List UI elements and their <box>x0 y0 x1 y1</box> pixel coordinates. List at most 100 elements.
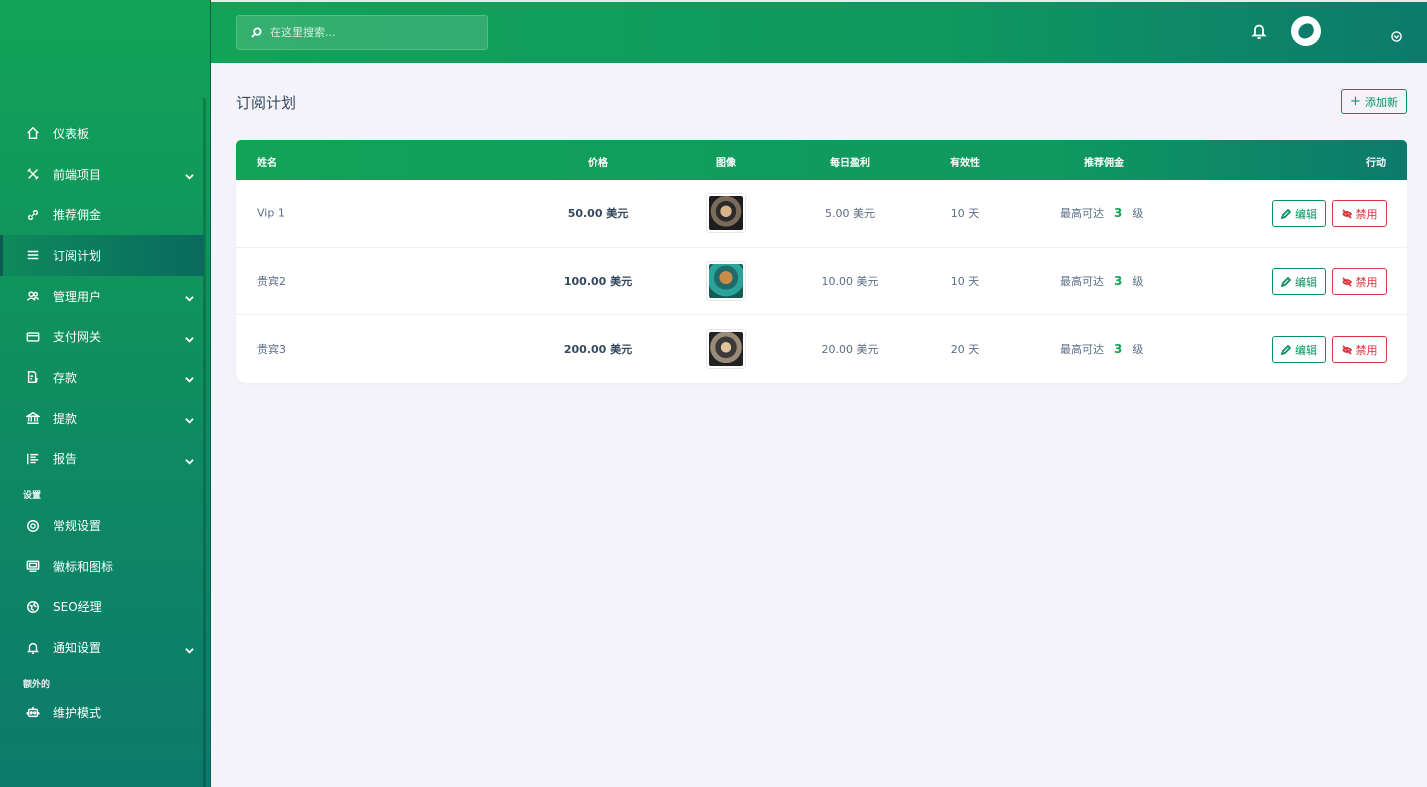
plan-price: 50.00 美元 <box>567 207 629 221</box>
sidebar-item-label: 存款 <box>53 370 78 385</box>
chevron-down-icon <box>185 333 194 347</box>
column-header-name: 姓名 <box>257 158 277 169</box>
column-header-referral: 推荐佣金 <box>1084 158 1124 169</box>
sidebar-item-label: 徽标和图标 <box>53 559 114 574</box>
sidebar-item-label: 管理用户 <box>53 289 102 304</box>
plan-daily-profit: 5.00 美元 <box>825 207 875 221</box>
plan-price: 200.00 美元 <box>563 343 633 357</box>
sidebar-item-withdraw[interactable]: 提款 <box>0 398 210 439</box>
credit-card-icon <box>26 330 40 344</box>
add-new-button[interactable]: + 添加新 <box>1341 89 1407 114</box>
tools-icon <box>26 167 40 181</box>
globe-icon <box>26 600 40 614</box>
plan-daily-profit: 20.00 美元 <box>821 343 879 357</box>
sidebar-item-notification-settings[interactable]: 通知设置 <box>0 627 210 668</box>
edit-button[interactable]: 编辑 <box>1272 268 1326 296</box>
sidebar-item-referral[interactable]: 推荐佣金 <box>0 194 210 235</box>
sidebar-item-maintenance[interactable]: 维护模式 <box>0 692 210 733</box>
sidebar-item-label: 支付网关 <box>53 330 102 345</box>
plan-name: Vip 1 <box>257 206 285 220</box>
sidebar-logo-area <box>0 0 210 95</box>
sidebar-item-label: 报告 <box>53 452 78 467</box>
plan-image <box>706 329 746 370</box>
sidebar-item-label: 订阅计划 <box>53 248 102 263</box>
eye-slash-icon <box>1341 345 1352 355</box>
list-icon <box>26 452 40 466</box>
avatar[interactable] <box>1291 16 1321 46</box>
chevron-down-circle-icon[interactable] <box>1391 27 1402 42</box>
notification-bell-icon[interactable] <box>1251 22 1267 40</box>
plans-table: 姓名 价格 图像 每日盈利 有效性 推荐佣金 行动 Vip 1 50.00 美元… <box>236 140 1407 383</box>
chevron-down-icon <box>185 455 194 469</box>
plan-referral-level: 最高可达 3 级 <box>1060 206 1144 221</box>
column-header-action: 行动 <box>1366 158 1386 169</box>
page-title: 订阅计划 <box>236 94 297 112</box>
plan-referral-level: 最高可达 3 级 <box>1060 274 1144 289</box>
column-header-validity: 有效性 <box>950 158 980 169</box>
column-header-daily-profit: 每日盈利 <box>830 158 870 169</box>
plan-validity: 10 天 <box>950 275 980 289</box>
search-box[interactable] <box>236 15 488 50</box>
table-header: 姓名 价格 图像 每日盈利 有效性 推荐佣金 行动 <box>236 140 1407 180</box>
bank-icon <box>26 411 40 425</box>
chevron-down-icon <box>185 644 194 658</box>
chevron-down-icon <box>185 414 194 428</box>
pencil-icon <box>1281 344 1291 355</box>
eye-slash-icon <box>1341 276 1352 287</box>
sidebar-item-label: 前端项目 <box>53 167 102 182</box>
sidebar-item-label: 维护模式 <box>53 705 102 720</box>
plus-icon: + <box>1350 94 1361 109</box>
table-row: 贵宾3 200.00 美元 20.00 美元 20 天 最高可达 3 级 编辑 禁用 <box>236 315 1407 383</box>
sidebar-item-general-settings[interactable]: 常规设置 <box>0 505 210 546</box>
settings-section-heading: 设置 <box>23 491 42 502</box>
sidebar-item-label: 推荐佣金 <box>53 208 102 223</box>
plan-daily-profit: 10.00 美元 <box>821 275 879 289</box>
plan-image <box>706 193 746 234</box>
pencil-icon <box>1281 208 1291 219</box>
plan-name: 贵宾3 <box>257 343 286 357</box>
sidebar-item-payment-gateway[interactable]: 支付网关 <box>0 316 210 357</box>
image-icon <box>26 559 40 573</box>
disable-button[interactable]: 禁用 <box>1332 200 1387 228</box>
sidebar-item-label: 通知设置 <box>53 641 102 656</box>
pencil-icon <box>1281 276 1291 287</box>
deposit-icon <box>26 370 40 384</box>
sidebar-item-logo-icon[interactable]: 徽标和图标 <box>0 546 210 587</box>
edit-button[interactable]: 编辑 <box>1272 200 1326 228</box>
disable-button[interactable]: 禁用 <box>1332 268 1387 296</box>
chevron-down-icon <box>185 170 194 184</box>
sidebar-item-users[interactable]: 管理用户 <box>0 276 210 317</box>
menu-icon <box>26 248 40 262</box>
lifebuoy-icon <box>26 519 40 533</box>
sidebar-item-label: 仪表板 <box>53 126 90 141</box>
disable-button[interactable]: 禁用 <box>1332 336 1387 364</box>
search-input[interactable] <box>270 26 470 39</box>
sidebar-item-frontend[interactable]: 前端项目 <box>0 154 210 195</box>
table-row: Vip 1 50.00 美元 5.00 美元 10 天 最高可达 3 级 编辑 禁用 <box>236 180 1407 248</box>
column-header-price: 价格 <box>588 158 608 169</box>
sidebar-item-label: SEO经理 <box>53 600 102 615</box>
plan-referral-level: 最高可达 3 级 <box>1060 342 1144 357</box>
search-icon <box>251 27 262 38</box>
eye-slash-icon <box>1341 209 1352 219</box>
extra-section-heading: 额外的 <box>23 679 51 690</box>
table-row: 贵宾2 100.00 美元 10.00 美元 10 天 最高可达 3 级 编辑 禁用 <box>236 248 1407 316</box>
robot-icon <box>26 705 40 719</box>
plan-validity: 20 天 <box>950 343 980 357</box>
plan-price: 100.00 美元 <box>563 275 633 289</box>
sidebar-item-label: 提款 <box>53 411 78 426</box>
sidebar-item-reports[interactable]: 报告 <box>0 439 210 480</box>
column-header-image: 图像 <box>716 158 736 169</box>
sidebar-item-label: 常规设置 <box>53 519 102 534</box>
sidebar-item-dashboard[interactable]: 仪表板 <box>0 113 210 154</box>
topbar <box>211 0 1427 63</box>
users-icon <box>26 289 40 303</box>
edit-button[interactable]: 编辑 <box>1272 336 1326 364</box>
sidebar-item-subscription[interactable]: 订阅计划 <box>0 235 204 276</box>
link-icon <box>26 208 40 222</box>
plan-name: 贵宾2 <box>257 275 286 289</box>
plan-image <box>706 261 746 302</box>
sidebar-item-seo[interactable]: SEO经理 <box>0 587 210 628</box>
chevron-down-icon <box>185 292 194 306</box>
sidebar-item-deposit[interactable]: 存款 <box>0 357 210 398</box>
